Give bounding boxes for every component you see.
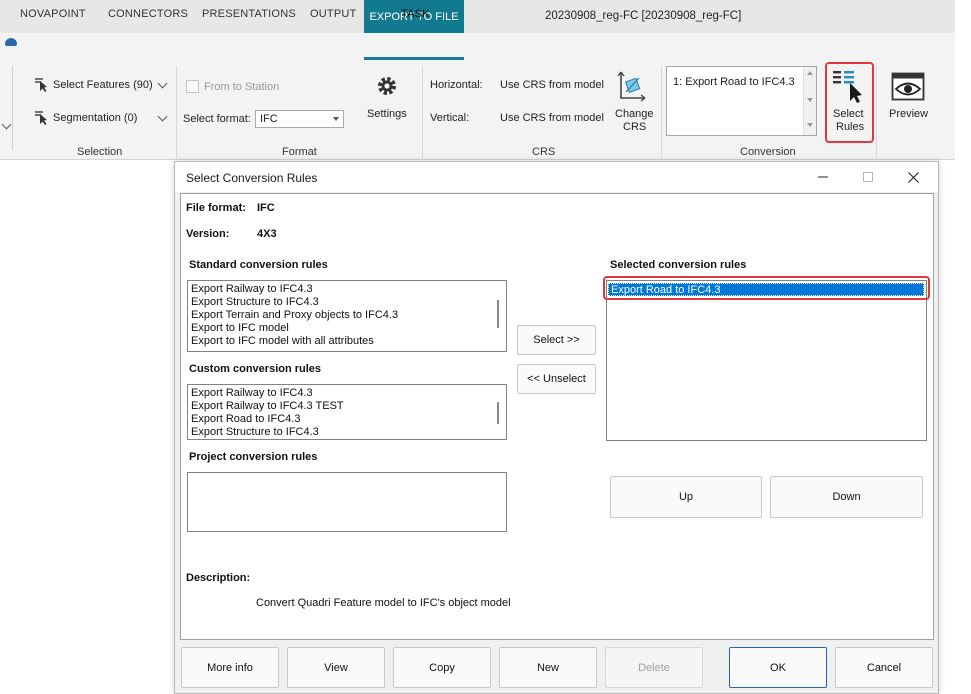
horizontal-crs-label: Horizontal: <box>430 79 483 91</box>
list-item[interactable]: Export Railway to IFC4.3 TEST <box>188 400 506 413</box>
standard-rules-title: Standard conversion rules <box>189 259 328 271</box>
cancel-button[interactable]: Cancel <box>835 647 933 688</box>
tab-presentations[interactable]: PRESENTATIONS <box>202 8 296 20</box>
preview-eye-icon[interactable] <box>891 72 925 102</box>
tab-task[interactable]: TASK <box>401 8 430 20</box>
selected-rule-highlight <box>603 276 930 300</box>
list-item[interactable]: Export Structure to IFC4.3 <box>188 426 506 439</box>
chevron-down-icon <box>1 119 12 130</box>
conversion-rules-list[interactable]: 1: Export Road to IFC4.3 <box>666 66 817 136</box>
version-value: 4X3 <box>257 228 277 240</box>
unselect-button[interactable]: << Unselect <box>517 364 596 394</box>
select-format-value: IFC <box>260 113 278 125</box>
minimize-button[interactable] <box>811 166 835 188</box>
group-separator <box>176 66 177 158</box>
change-crs-button-line1[interactable]: Change <box>615 108 654 120</box>
list-item[interactable]: Export to IFC model with all attributes <box>188 335 506 348</box>
maximize-button <box>856 166 880 188</box>
up-button[interactable]: Up <box>610 476 762 518</box>
select-features-icon <box>35 78 47 92</box>
conversion-list-scrollbar[interactable] <box>803 67 816 135</box>
preview-button[interactable]: Preview <box>889 108 928 120</box>
segmentation-button[interactable]: Segmentation (0) <box>53 112 137 124</box>
scrollbar-thumb[interactable] <box>497 300 499 328</box>
select-button[interactable]: Select >> <box>517 325 596 355</box>
minimize-icon <box>818 176 828 178</box>
settings-button[interactable]: Settings <box>367 108 407 120</box>
list-item[interactable]: Export Railway to IFC4.3 <box>188 387 506 400</box>
select-format-dropdown[interactable]: IFC <box>255 110 344 128</box>
maximize-icon <box>863 172 873 182</box>
select-features-button[interactable]: Select Features (90) <box>53 79 153 91</box>
selected-rules-title: Selected conversion rules <box>610 259 747 271</box>
group-separator <box>422 66 423 158</box>
novapoint-logo-icon <box>5 38 17 46</box>
select-rules-highlight <box>825 62 874 143</box>
conversion-rule-item[interactable]: 1: Export Road to IFC4.3 <box>673 76 795 88</box>
change-crs-icon[interactable] <box>617 70 647 104</box>
group-label-selection: Selection <box>77 146 123 158</box>
vertical-crs-label: Vertical: <box>430 112 470 124</box>
ribbon-tab-row <box>0 33 955 61</box>
description-label: Description: <box>186 572 251 584</box>
group-label-conversion: Conversion <box>740 146 796 158</box>
standard-rules-scrollbar[interactable] <box>491 282 505 350</box>
list-item[interactable]: Export Railway to IFC4.3 <box>188 283 506 296</box>
tab-output[interactable]: OUTPUT <box>310 8 356 20</box>
group-label-format: Format <box>282 146 317 158</box>
delete-button: Delete <box>605 647 703 688</box>
from-station-label: From to Station <box>204 81 280 93</box>
close-icon <box>907 171 919 183</box>
segmentation-icon <box>35 111 47 125</box>
version-label: Version: <box>186 228 230 240</box>
scrollbar-thumb[interactable] <box>497 402 499 424</box>
custom-rules-scrollbar[interactable] <box>491 386 505 438</box>
group-label-crs: CRS <box>532 146 556 158</box>
select-format-label: Select format: <box>183 113 251 125</box>
tab-connectors[interactable]: CONNECTORS <box>108 8 188 20</box>
ok-button[interactable]: OK <box>729 647 827 688</box>
document-title: 20230908_reg-FC [20230908_reg-FC] <box>545 10 742 22</box>
scroll-down-icon[interactable] <box>807 98 813 102</box>
custom-rules-title: Custom conversion rules <box>189 363 322 375</box>
dialog-title: Select Conversion Rules <box>186 171 318 185</box>
more-info-button[interactable]: More info <box>181 647 279 688</box>
list-item[interactable]: Export Road to IFC4.3 <box>188 413 506 426</box>
list-item[interactable]: Export to IFC model <box>188 322 506 335</box>
file-format-value: IFC <box>257 202 275 214</box>
down-button[interactable]: Down <box>770 476 923 518</box>
ribbon-left-collapse[interactable] <box>0 66 13 150</box>
view-button[interactable]: View <box>287 647 385 688</box>
new-button[interactable]: New <box>499 647 597 688</box>
scroll-up-icon[interactable] <box>807 71 813 75</box>
project-rules-title: Project conversion rules <box>189 451 318 463</box>
copy-button[interactable]: Copy <box>393 647 491 688</box>
project-rules-list[interactable] <box>187 472 507 532</box>
dropdown-arrow-icon <box>333 117 339 121</box>
description-text: Convert Quadri Feature model to IFC's ob… <box>256 597 511 609</box>
list-item[interactable]: Export Structure to IFC4.3 <box>188 296 506 309</box>
from-station-checkbox[interactable] <box>186 80 199 93</box>
list-item[interactable]: Export Terrain and Proxy objects to IFC4… <box>188 309 506 322</box>
close-button[interactable] <box>901 166 925 188</box>
selected-rules-list[interactable] <box>606 280 927 441</box>
active-tab-indicator <box>364 57 464 60</box>
file-format-label: File format: <box>186 202 246 214</box>
group-separator <box>661 66 662 158</box>
scroll-expand-icon[interactable] <box>807 123 813 127</box>
vertical-crs-value: Use CRS from model <box>500 112 604 124</box>
settings-gear-icon[interactable] <box>375 74 399 98</box>
custom-rules-list[interactable]: Export Railway to IFC4.3 Export Railway … <box>187 384 507 440</box>
change-crs-button-line2[interactable]: CRS <box>623 121 646 133</box>
horizontal-crs-value: Use CRS from model <box>500 79 604 91</box>
group-separator <box>876 66 877 158</box>
standard-rules-list[interactable]: Export Railway to IFC4.3 Export Structur… <box>187 280 507 352</box>
tab-novapoint[interactable]: NOVAPOINT <box>20 8 86 20</box>
